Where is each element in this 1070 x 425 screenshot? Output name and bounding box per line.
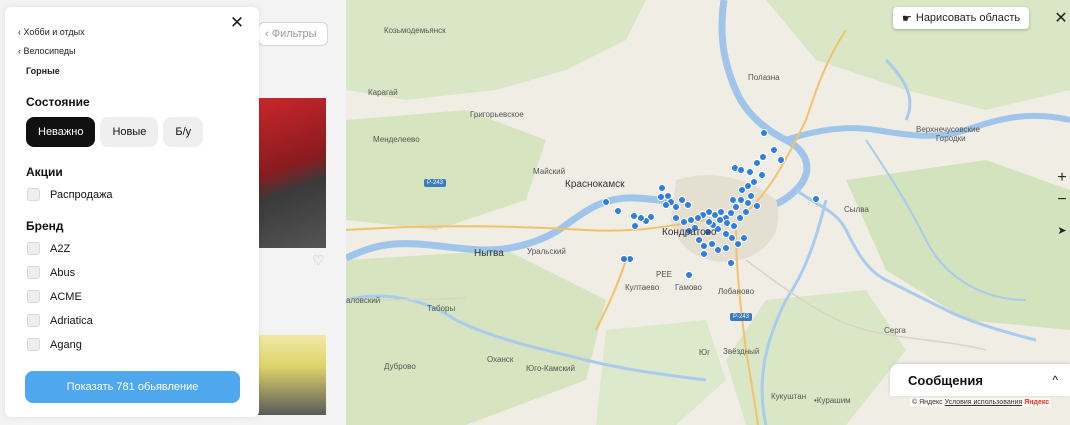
checkbox[interactable] — [27, 242, 40, 255]
map-label: Карагай — [368, 88, 398, 97]
brand-checkbox-a2z[interactable]: A2Z — [27, 242, 70, 255]
checkbox-label: Agang — [50, 338, 82, 351]
messages-widget[interactable]: Сообщения ^ — [890, 364, 1070, 396]
map-label: Козьмодемьянск — [384, 26, 446, 35]
promo-sale-checkbox[interactable]: Распродажа — [27, 188, 113, 201]
map-label: Майский — [533, 167, 566, 176]
terms-link[interactable]: Условия использования — [945, 399, 1023, 406]
screen: ‹ Фильтры ♡ Козьмодемьянск Полазна Караг… — [0, 0, 1070, 425]
condition-new-chip[interactable]: Новые — [100, 117, 159, 147]
checkbox-label: ACME — [50, 290, 82, 303]
map-label: аловский — [346, 296, 381, 305]
brand-checkbox-adriatica[interactable]: Adriatica — [27, 314, 93, 327]
map-label: Дуброво — [384, 362, 416, 371]
condition-used-chip[interactable]: Б/у — [163, 117, 204, 147]
heart-icon[interactable]: ♡ — [312, 252, 325, 269]
checkbox-label: Распродажа — [50, 188, 113, 201]
map-label: Краснокамск — [565, 179, 625, 190]
close-icon[interactable]: ✕ — [229, 13, 245, 33]
map-label: Кукуштан — [771, 392, 807, 401]
map-label: Верхнечусовские — [916, 125, 980, 134]
arrow-location-icon[interactable]: ➤ — [1054, 220, 1070, 240]
yandex-logo: Яндекс — [1024, 399, 1050, 406]
map-label: Сылва — [844, 205, 869, 214]
brand-checkbox-abus[interactable]: Abus — [27, 266, 75, 279]
breadcrumb-label: Хобби и отдых — [23, 27, 85, 37]
map-label: Таборы — [427, 304, 456, 313]
checkbox-label: A2Z — [50, 242, 71, 255]
filters-search-input[interactable]: ‹ Фильтры — [258, 22, 328, 46]
map-label: Григорьевское — [470, 110, 524, 119]
breadcrumb-bicycles[interactable]: ‹ Велосипеды — [18, 46, 76, 56]
listing-card-image[interactable] — [258, 335, 326, 415]
show-results-button[interactable]: Показать 781 обьявление — [25, 371, 240, 403]
pointer-icon: ☛ — [902, 12, 912, 25]
road-number-badge: Р-243 — [730, 313, 753, 321]
map-label: Городки — [936, 134, 966, 143]
current-category: Горные — [26, 66, 60, 76]
draw-area-label: Нарисовать область — [915, 12, 1021, 24]
map-label: Звёздный — [723, 347, 760, 356]
map-label: Култаево — [625, 283, 660, 292]
condition-options: Неважно Новые Б/у — [26, 117, 204, 147]
zoom-in-button[interactable]: + — [1054, 168, 1070, 188]
airport-label: PEE — [656, 270, 673, 279]
map-label: Серга — [884, 326, 906, 335]
map-label: Кондратово — [662, 227, 717, 238]
map-label: Юг — [699, 348, 710, 357]
zoom-out-button[interactable]: − — [1054, 190, 1070, 210]
condition-title: Состояние — [26, 95, 90, 109]
checkbox[interactable] — [27, 266, 40, 279]
map[interactable]: Козьмодемьянск Полазна Карагай Григорьев… — [346, 0, 1070, 425]
promotions-title: Акции — [26, 165, 63, 179]
map-attribution: © Яндекс Условия использования Яндекс — [910, 398, 1052, 407]
checkbox[interactable] — [27, 290, 40, 303]
checkbox[interactable] — [27, 314, 40, 327]
map-label: Менделеево — [373, 135, 420, 144]
map-label: Нытва — [474, 248, 504, 259]
filter-panel: ✕ ‹ Хобби и отдых ‹ Велосипеды Горные Со… — [5, 7, 259, 417]
condition-any-chip[interactable]: Неважно — [26, 117, 96, 147]
road-number-badge: Р-243 — [424, 179, 447, 187]
map-label: Оханск — [487, 355, 514, 364]
messages-title: Сообщения — [908, 372, 983, 388]
map-label: Юго-Камский — [526, 364, 575, 373]
map-label: Полазна — [748, 73, 780, 82]
breadcrumb-hobby[interactable]: ‹ Хобби и отдых — [18, 27, 85, 37]
chevron-up-icon[interactable]: ^ — [1052, 373, 1058, 387]
checkbox[interactable] — [27, 338, 40, 351]
breadcrumb-label: Велосипеды — [23, 46, 76, 56]
brand-checkbox-acme[interactable]: ACME — [27, 290, 82, 303]
map-label: Гамово — [675, 283, 702, 292]
checkbox[interactable] — [27, 188, 40, 201]
map-canvas — [346, 0, 1070, 425]
draw-area-button[interactable]: ☛ Нарисовать область — [893, 7, 1030, 29]
close-icon[interactable]: ✕ — [1052, 7, 1070, 29]
checkbox-label: Abus — [50, 266, 76, 279]
brand-title: Бренд — [26, 219, 64, 233]
brand-checkbox-agang[interactable]: Agang — [27, 338, 82, 351]
map-label: •Курашим — [814, 396, 851, 405]
map-label: Уральский — [527, 247, 566, 256]
map-label: Лобаново — [718, 287, 755, 296]
attribution-brand: © Яндекс — [912, 399, 943, 406]
checkbox-label: Adriatica — [50, 314, 93, 327]
listing-card-image[interactable] — [258, 98, 326, 248]
